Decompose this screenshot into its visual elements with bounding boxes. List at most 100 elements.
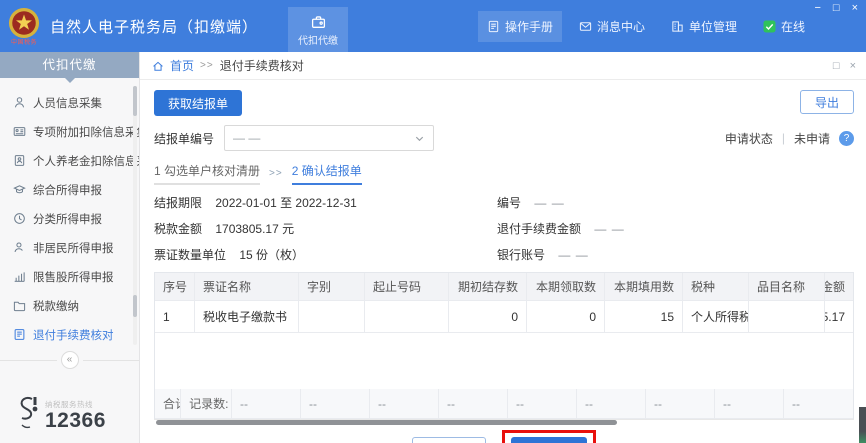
info-fee-value: — — — [594, 222, 625, 236]
pension-icon — [14, 155, 25, 166]
panel-close-icon[interactable]: × — [850, 60, 856, 72]
sidebar-item-label: 人员信息采集 — [33, 97, 102, 110]
info-period-label: 结报期限 — [154, 196, 203, 210]
col-header: 期初结存数 — [449, 273, 527, 300]
sidebar-item-comprehensive-income[interactable]: 综合所得申报 — [0, 175, 139, 204]
sidebar-scrollbar-thumb[interactable] — [133, 86, 137, 116]
cell-number-range — [365, 301, 449, 332]
app-window: − □ × 中国税务 自然人电子税务局（扣缴端） 代扣代缴 操作手册 消息中心 … — [0, 0, 866, 443]
nav-online-status[interactable]: 在线 — [754, 11, 814, 42]
info-ticket-qty: 票证数量单位 15 份（枚） — [154, 246, 497, 263]
footer-dash: -- — [301, 389, 370, 418]
sidebar-item-pension-deduction[interactable]: 个人养老金扣除信息采集 — [0, 146, 139, 175]
info-fee-label: 退付手续费金额 — [497, 222, 582, 236]
nav-operation-manual[interactable]: 操作手册 — [477, 10, 562, 42]
sidebar-menu: 人员信息采集 专项附加扣除信息采集 个人养老金扣除信息采集 — [0, 78, 139, 349]
status-label: 申请状态 — [724, 131, 773, 146]
sidebar-item-personnel-info[interactable]: 人员信息采集 — [0, 88, 139, 117]
breadcrumb-home[interactable]: 首页 — [170, 57, 194, 74]
clock-icon — [14, 213, 25, 224]
col-header: 票证名称 — [195, 273, 299, 300]
sidebar-scrollbar-thumb[interactable] — [133, 295, 137, 317]
nav-unit-management[interactable]: 单位管理 — [662, 11, 746, 42]
filter-row: 结报单编号 — — 申请状态 | 未申请 ? — [154, 125, 854, 151]
chevron-down-icon — [415, 136, 424, 141]
folder-icon — [13, 301, 26, 312]
info-tax-amount: 税款金额 1703805.17 元 — [154, 220, 497, 237]
annotation-highlight-box: 申请退库 — [502, 430, 597, 443]
col-header: 字别 — [299, 273, 365, 300]
document-icon — [488, 20, 499, 32]
sidebar-item-restricted-stock[interactable]: 限售股所得申报 — [0, 262, 139, 291]
collapse-sidebar-button[interactable]: « — [60, 351, 79, 369]
info-bank-account: 银行账号 — — — [497, 246, 854, 263]
app-header: 中国税务 自然人电子税务局（扣缴端） 代扣代缴 操作手册 消息中心 单位管理 在… — [0, 0, 866, 52]
sidebar-item-label: 税款缴纳 — [33, 300, 79, 313]
footer-dash: -- — [439, 389, 508, 418]
minimize-icon[interactable]: − — [814, 1, 820, 15]
sidebar-item-label: 综合所得申报 — [33, 184, 102, 197]
table-empty-area — [155, 333, 853, 389]
footer-dash: -- — [577, 389, 646, 418]
export-button[interactable]: 导出 — [799, 90, 854, 114]
logo-caption: 中国税务 — [10, 39, 37, 46]
header-nav: 操作手册 消息中心 单位管理 在线 — [477, 10, 814, 42]
status-separator: | — [781, 131, 785, 145]
get-settlement-report-button[interactable]: 获取结报单 — [154, 90, 243, 116]
footer-total-label: 合计 — [155, 389, 182, 418]
previous-step-button[interactable]: 上一步 — [411, 437, 486, 443]
horizontal-scrollbar[interactable] — [154, 419, 854, 425]
apply-refund-button[interactable]: 申请退库 — [511, 437, 588, 443]
hotline-figure-icon — [20, 396, 38, 429]
sidebar-item-label: 分类所得申报 — [33, 213, 102, 226]
help-icon[interactable]: ? — [839, 130, 854, 146]
tab-withholding-label: 代扣代缴 — [298, 35, 339, 47]
sidebar-scrollbar[interactable] — [133, 86, 137, 345]
status-value: 未申请 — [793, 131, 830, 146]
col-header: 本期填用数 — [605, 273, 683, 300]
col-header: 金额 — [825, 280, 845, 294]
close-icon[interactable]: × — [852, 1, 858, 15]
sidebar-item-refund-fee-check[interactable]: 退付手续费核对 — [0, 320, 139, 349]
hotline-logo: 纳税服务热线 12366 — [16, 395, 139, 431]
id-card-icon — [13, 127, 26, 136]
footer-dash: -- — [370, 389, 439, 418]
sidebar-header: 代扣代缴 — [0, 52, 139, 83]
footer-dash: -- — [232, 389, 301, 418]
info-qty-label: 票证数量单位 — [154, 248, 227, 262]
sidebar-item-special-deduction[interactable]: 专项附加扣除信息采集 — [0, 117, 139, 146]
person-icon — [14, 242, 23, 253]
panel-restore-icon[interactable]: □ — [833, 60, 840, 72]
report-number-label: 结报单编号 — [154, 131, 215, 146]
sidebar-collapse-row: « — [0, 351, 139, 369]
sidebar-item-classified-income[interactable]: 分类所得申报 — [0, 204, 139, 233]
horizontal-scrollbar-thumb[interactable] — [156, 420, 617, 425]
tab-withholding[interactable]: 代扣代缴 — [288, 7, 349, 52]
sidebar-item-nonresident-income[interactable]: 非居民所得申报 — [0, 233, 139, 262]
sidebar-item-tax-payment[interactable]: 税款缴纳 — [0, 291, 139, 320]
sidebar-item-label: 个人养老金扣除信息采集 — [33, 155, 139, 168]
tab-step1-select-checklist[interactable]: 1 勾选单户核对清册 — [154, 162, 261, 185]
info-period-value: 2022-01-01 至 2022-12-31 — [215, 196, 357, 210]
info-tax-value: 1703805.17 元 — [215, 222, 295, 236]
info-number-label: 编号 — [497, 196, 522, 210]
building-icon — [672, 20, 683, 32]
sidebar-item-label: 非居民所得申报 — [33, 242, 114, 255]
sidebar-item-label: 退付手续费核对 — [33, 329, 114, 342]
nav-message-center[interactable]: 消息中心 — [570, 11, 654, 42]
graduation-cap-icon — [13, 185, 26, 194]
window-controls: − □ × — [814, 1, 858, 15]
table-row[interactable]: 1 税收电子缴款书 0 0 15 个人所得税 1703805.17 — [155, 301, 853, 333]
col-header: 序号 — [155, 273, 195, 300]
tab-step2-confirm-report[interactable]: 2 确认结报单 — [291, 162, 362, 185]
online-check-icon — [763, 20, 776, 32]
cell-ticket-name: 税收电子缴款书 — [195, 301, 299, 332]
cell-seq: 1 — [155, 301, 195, 332]
table-header-row: 序号 票证名称 字别 起止号码 期初结存数 本期领取数 本期填用数 税种 品目名… — [155, 273, 853, 301]
report-number-select[interactable]: — — — [224, 125, 435, 151]
info-tax-label: 税款金额 — [154, 222, 203, 236]
footer-dash: -- — [715, 389, 784, 418]
footer-dash: -- — [646, 389, 715, 418]
restore-icon[interactable]: □ — [833, 1, 840, 15]
sidebar-item-label: 限售股所得申报 — [33, 271, 114, 284]
